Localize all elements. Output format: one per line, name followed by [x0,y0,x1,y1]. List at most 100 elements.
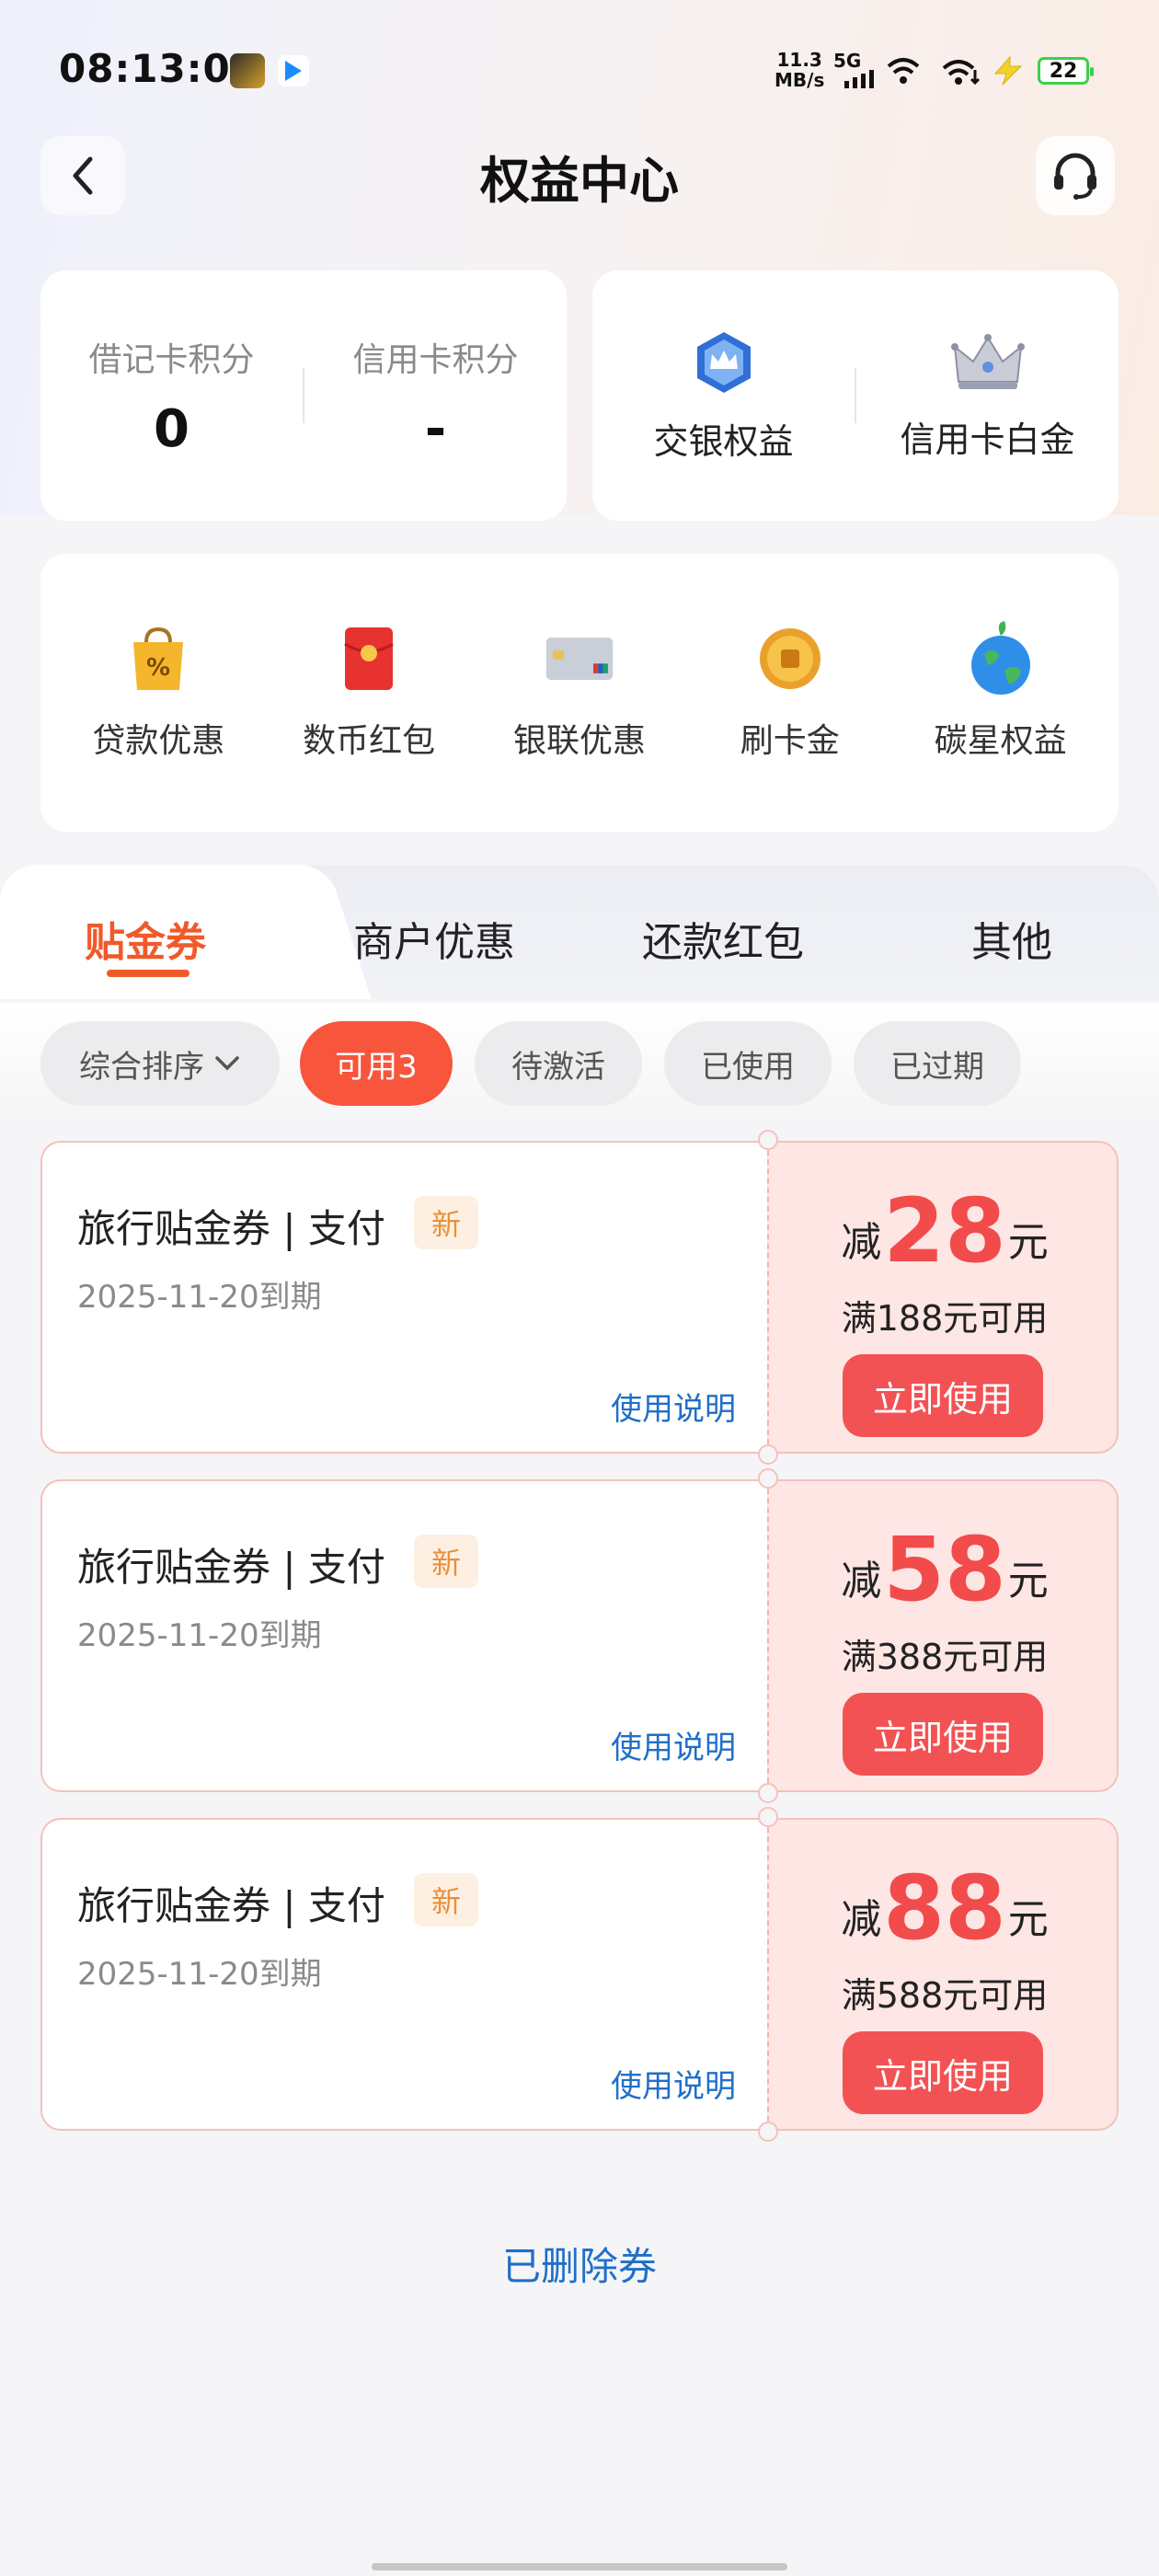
debit-points[interactable]: 借记卡积分 0 [40,333,303,459]
new-badge: 新 [414,1535,478,1588]
signal-icon [844,66,874,88]
amount-number: 28 [883,1179,1006,1282]
points-card: 借记卡积分 0 信用卡积分 - [40,270,567,521]
shortcut-card-gold[interactable]: 刷卡金 [698,624,882,762]
bocom-rights[interactable]: 交银权益 [592,328,855,464]
credit-points[interactable]: 信用卡积分 - [304,333,567,459]
amount-number: 88 [883,1857,1006,1960]
filter-available[interactable]: 可用3 [300,1021,453,1106]
page-title: 权益中心 [480,152,679,210]
tab-bar: 贴金券 商户优惠 还款红包 其他 [0,865,1159,1003]
battery-icon: 22 [1038,57,1094,85]
status-time: 08:13:01 [59,46,258,91]
use-now-button[interactable]: 立即使用 [843,2031,1043,2114]
coupon-value: 减58元 满388元可用 立即使用 [767,1479,1119,1792]
amount-unit: 元 [1007,1219,1049,1266]
coupon-notch [758,1783,778,1803]
discount-amount: 减58元 [769,1518,1120,1621]
tab-repayment-red-envelope[interactable]: 还款红包 [642,909,804,968]
charging-icon [990,55,1027,90]
gold-coin-icon [755,624,825,694]
network-speed-value: 11.3 [776,49,822,71]
filter-used[interactable]: 已使用 [664,1021,832,1106]
discount-amount: 减28元 [769,1179,1120,1282]
coupon-notch [758,1130,778,1150]
coupon-value: 减28元 满188元可用 立即使用 [767,1141,1119,1454]
filter-expired[interactable]: 已过期 [854,1021,1021,1106]
coupon-notch [758,2122,778,2142]
bocom-rights-label: 交银权益 [653,420,794,462]
headset-icon [1054,153,1096,200]
coupon-expiry: 2025-11-20到期 [77,1279,322,1316]
network-speed-unit: MB/s [775,69,825,91]
shortcut-label: 碳星权益 [934,722,1067,760]
tab-other[interactable]: 其他 [971,909,1052,968]
debit-points-label: 借记卡积分 [88,340,255,379]
platinum-rights[interactable]: 信用卡白金 [856,330,1119,462]
coupon-notch [758,1468,778,1489]
coupon-info: 旅行贴金券 | 支付 新 2025-11-20到期 使用说明 [40,1141,769,1454]
coupon-title: 旅行贴金券 | 支付 [77,1545,385,1590]
coupon-value: 减88元 满588元可用 立即使用 [767,1818,1119,2131]
tab-underline [107,970,189,977]
discount-amount: 减88元 [769,1857,1120,1960]
credit-points-label: 信用卡积分 [352,340,519,379]
filter-bar: 综合排序 可用3 待激活 已使用 已过期 [0,1003,1159,1122]
coupon-notch [758,1444,778,1465]
amount-prefix: 减 [841,1558,882,1604]
shortcut-label: 银联优惠 [512,722,646,760]
coupon-card: 旅行贴金券 | 支付 新 2025-11-20到期 使用说明 减58元 满388… [40,1468,1119,1803]
shortcut-unionpay-discount[interactable]: 银联优惠 [488,624,671,762]
coupon-card: 旅行贴金券 | 支付 新 2025-11-20到期 使用说明 减88元 满588… [40,1807,1119,2142]
tab-gold-coupon[interactable]: 贴金券 [85,909,206,968]
shortcut-carbon-star-rights[interactable]: 碳星权益 [909,621,1093,762]
hotspot-icon [940,53,982,90]
game-app-icon [230,53,265,88]
debit-points-value: 0 [154,398,189,459]
coupon-info: 旅行贴金券 | 支付 新 2025-11-20到期 使用说明 [40,1818,769,2131]
sort-label: 综合排序 [79,1048,204,1086]
svg-text:%: % [146,654,170,682]
amount-prefix: 减 [841,1896,882,1943]
coupon-expiry: 2025-11-20到期 [77,1617,322,1654]
tab-merchant-offers[interactable]: 商户优惠 [353,909,515,968]
coupon-threshold: 满388元可用 [841,1637,1049,1677]
unionpay-card-icon [545,624,614,694]
customer-service-button[interactable] [1036,136,1115,215]
new-badge: 新 [414,1873,478,1926]
credit-points-value: - [424,398,447,459]
sort-dropdown[interactable]: 综合排序 [40,1021,280,1106]
rights-card: 交银权益 信用卡白金 [592,270,1119,521]
shortcut-loan-discount[interactable]: % 贷款优惠 [66,624,250,762]
deleted-coupons-link[interactable]: 已删除券 [0,2236,1159,2292]
home-indicator[interactable] [372,2563,787,2570]
use-now-button[interactable]: 立即使用 [843,1354,1043,1437]
shortcut-grid: % 贷款优惠 数币红包 银联优惠 刷卡金 碳星权益 [40,554,1119,832]
amount-unit: 元 [1007,1896,1049,1943]
coupon-title: 旅行贴金券 | 支付 [77,1206,385,1251]
coupon-title: 旅行贴金券 | 支付 [77,1883,385,1928]
usage-instructions-link[interactable]: 使用说明 [611,1384,736,1429]
usage-instructions-link[interactable]: 使用说明 [611,2061,736,2106]
shortcut-label: 刷卡金 [740,722,840,760]
shortcut-label: 数币红包 [303,722,436,760]
coupon-card: 旅行贴金券 | 支付 新 2025-11-20到期 使用说明 减28元 满188… [40,1130,1119,1465]
amount-number: 58 [883,1518,1006,1621]
chevron-down-icon [215,1056,239,1071]
amount-prefix: 减 [841,1219,882,1266]
red-envelope-icon [334,624,404,694]
coupon-threshold: 满188元可用 [841,1298,1049,1339]
new-badge: 新 [414,1196,478,1249]
filter-pending-activation[interactable]: 待激活 [475,1021,642,1106]
wifi-icon [885,53,922,90]
usage-instructions-link[interactable]: 使用说明 [611,1722,736,1767]
amount-unit: 元 [1007,1558,1049,1604]
blue-crown-badge-icon [696,331,751,393]
coupon-notch [758,1807,778,1827]
coupon-info: 旅行贴金券 | 支付 新 2025-11-20到期 使用说明 [40,1479,769,1792]
shortcut-digital-red-envelope[interactable]: 数币红包 [277,624,461,762]
network-speed: 11.3 MB/s [775,50,824,90]
silver-crown-icon [950,333,1025,389]
use-now-button[interactable]: 立即使用 [843,1693,1043,1776]
video-app-icon [278,55,309,86]
